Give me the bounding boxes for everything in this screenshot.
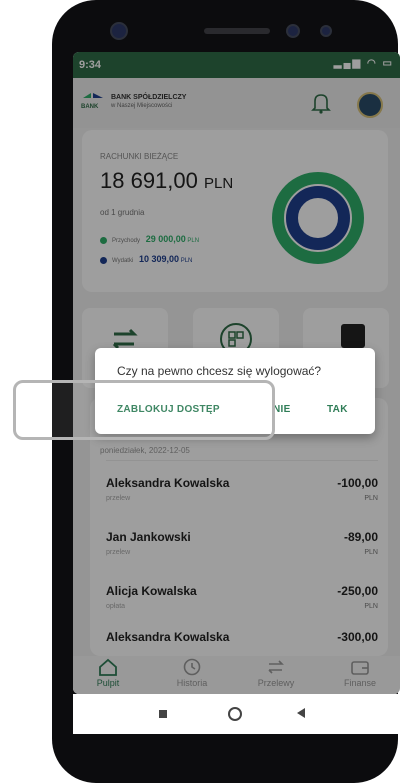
recent-apps-icon[interactable] [159, 710, 167, 718]
yes-button[interactable]: TAK [327, 404, 348, 415]
android-system-keys [73, 694, 400, 734]
proximity-sensor [286, 24, 300, 38]
front-camera [110, 22, 128, 40]
light-sensor [320, 25, 332, 37]
no-button[interactable]: NIE [273, 404, 291, 415]
back-icon[interactable] [297, 708, 305, 718]
home-button-icon[interactable] [228, 707, 242, 721]
highlight-frame [13, 380, 275, 440]
earpiece-speaker [204, 28, 270, 34]
dialog-message: Czy na pewno chcesz się wylogować? [117, 364, 322, 378]
app-screen: 9:34 ▂▄▆ ◠ ▭ BANK BANK SPÓŁDZIELCZY w Na… [73, 52, 400, 694]
phone-top-bezel [52, 0, 398, 60]
